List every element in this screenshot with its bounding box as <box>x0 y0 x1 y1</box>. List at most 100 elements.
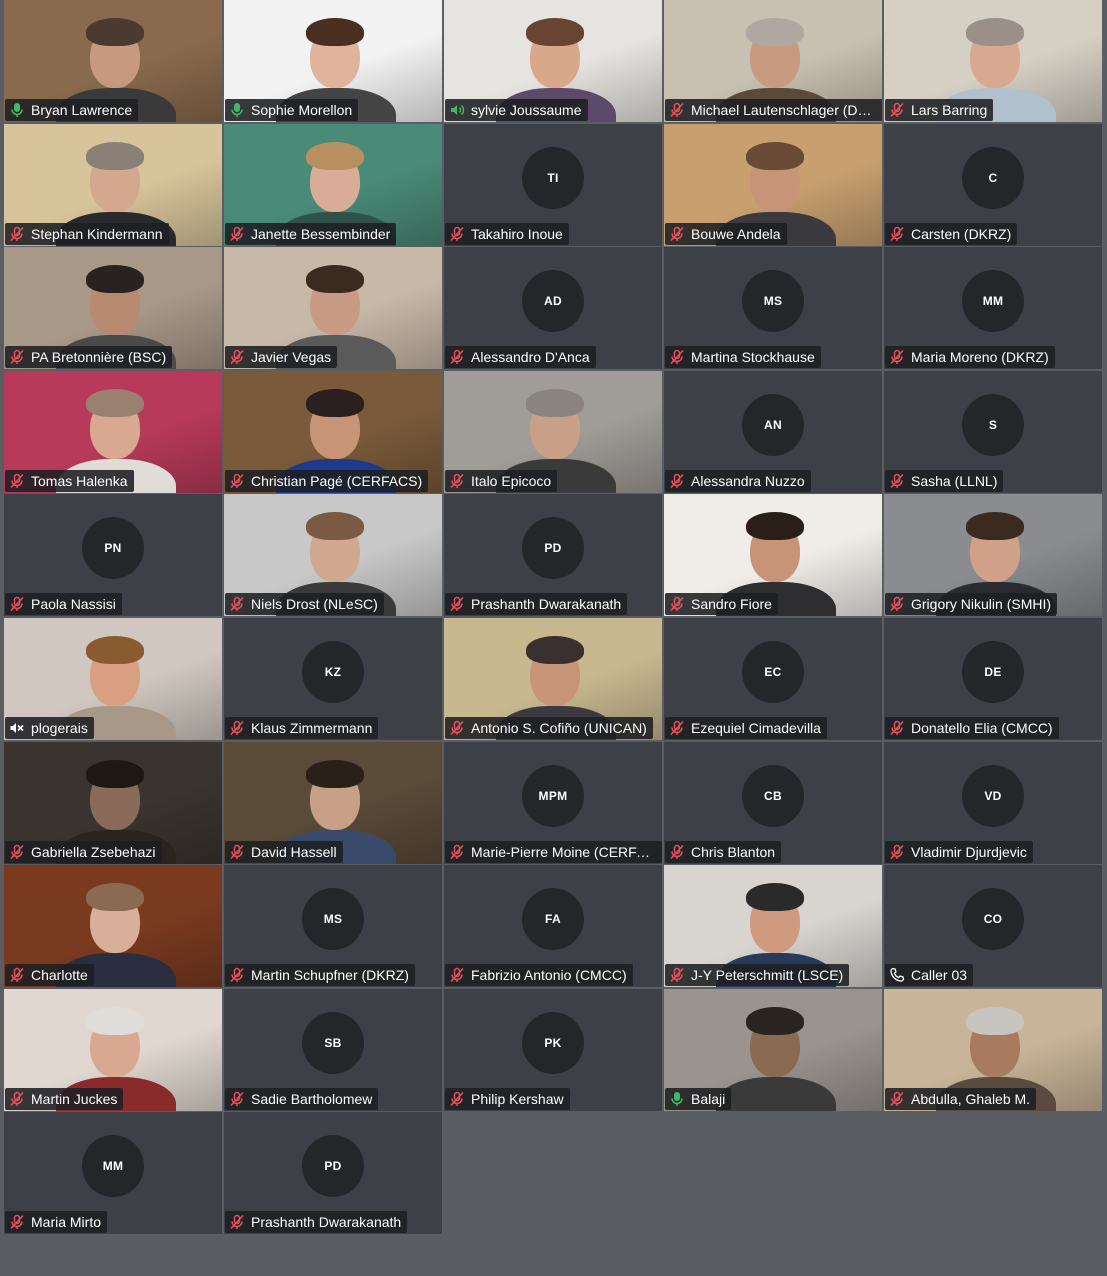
participant-tile[interactable]: VD Vladimir Djurdjevic <box>884 741 1102 864</box>
participant-tile[interactable]: MPM Marie-Pierre Moine (CERFACS) <box>444 741 662 864</box>
participant-tile[interactable]: Michael Lautenschlager (DKRZ) <box>664 0 882 122</box>
participant-tile[interactable]: Niels Drost (NLeSC) <box>224 494 442 617</box>
participant-name-label: Marie-Pierre Moine (CERFACS) <box>445 840 662 863</box>
participant-name: Niels Drost (NLeSC) <box>251 596 378 613</box>
participant-tile[interactable]: DE Donatello Elia (CMCC) <box>884 617 1102 740</box>
participant-tile[interactable]: Balaji <box>664 988 882 1111</box>
participant-avatar: VD <box>962 764 1024 827</box>
person-hair <box>526 635 584 664</box>
participant-grid: Bryan Lawrence Sophie Morellon sylvie Jous… <box>4 0 1102 1235</box>
mic-muted-icon <box>449 226 465 242</box>
participant-tile[interactable]: AN Alessandra Nuzzo <box>664 370 882 493</box>
participant-tile[interactable]: Stephan Kindermann <box>4 123 222 246</box>
participant-name-label: Maria Moreno (DKRZ) <box>885 346 1055 369</box>
participant-tile[interactable]: PN Paola Nassisi <box>4 494 222 617</box>
mic-muted-icon <box>669 720 685 736</box>
participant-name: David Hassell <box>251 843 337 860</box>
participant-tile[interactable]: MS Martina Stockhause <box>664 247 882 370</box>
participant-name: Martina Stockhause <box>691 349 815 366</box>
participant-name-label: Balaji <box>665 1087 732 1110</box>
mic-muted-icon <box>889 473 905 489</box>
participant-tile[interactable]: Sophie Morellon <box>224 0 442 122</box>
participant-name-label: Sophie Morellon <box>225 99 359 121</box>
participant-name-label: Prashanth Dwarakanath <box>225 1211 408 1234</box>
participant-name-label: Niels Drost (NLeSC) <box>225 593 384 616</box>
participant-avatar: PK <box>522 1011 584 1074</box>
participant-tile[interactable]: sylvie Joussaume <box>444 0 662 122</box>
participant-tile[interactable]: Martin Juckes <box>4 988 222 1111</box>
participant-tile[interactable]: FA Fabrizio Antonio (CMCC) <box>444 865 662 988</box>
participant-tile[interactable]: Javier Vegas <box>224 247 442 370</box>
participant-tile[interactable]: PD Prashanth Dwarakanath <box>444 494 662 617</box>
participant-tile[interactable]: AD Alessandro D'Anca <box>444 247 662 370</box>
mic-muted-icon <box>9 596 25 612</box>
participant-tile[interactable]: CB Chris Blanton <box>664 741 882 864</box>
mic-muted-icon <box>449 473 465 489</box>
participant-name: Carsten (DKRZ) <box>911 225 1012 242</box>
participant-name-label: Takahiro Inoue <box>445 222 569 245</box>
participant-avatar: MPM <box>522 764 584 827</box>
participant-tile[interactable]: Lars Barring <box>884 0 1102 122</box>
participant-name-label: Michael Lautenschlager (DKRZ) <box>665 99 882 121</box>
participant-name: Balaji <box>691 1090 726 1107</box>
participant-name: Gabriella Zsebehazi <box>31 843 156 860</box>
participant-tile[interactable]: Italo Epicoco <box>444 370 662 493</box>
participant-name-label: Alessandra Nuzzo <box>665 469 811 492</box>
participant-name: Paola Nassisi <box>31 596 116 613</box>
mic-muted-icon <box>889 349 905 365</box>
participant-name-label: Donatello Elia (CMCC) <box>885 716 1059 739</box>
participant-tile[interactable]: plogerais <box>4 617 222 740</box>
participant-tile[interactable]: MM Maria Mirto <box>4 1112 222 1235</box>
mic-muted-icon <box>669 967 685 983</box>
person-hair <box>86 759 144 788</box>
participant-name: Sophie Morellon <box>251 102 353 118</box>
person-hair <box>966 512 1024 541</box>
participant-tile[interactable]: Abdulla, Ghaleb M. <box>884 988 1102 1111</box>
participant-tile[interactable]: PA Bretonnière (BSC) <box>4 247 222 370</box>
person-hair <box>746 141 804 170</box>
participant-tile[interactable]: Christian Pagé (CERFACS) <box>224 370 442 493</box>
participant-tile[interactable]: Tomas Halenka <box>4 370 222 493</box>
mic-muted-icon <box>889 102 905 118</box>
participant-name-label: Lars Barring <box>885 99 994 121</box>
participant-tile[interactable]: Bryan Lawrence <box>4 0 222 122</box>
participant-tile[interactable]: CO Caller 03 <box>884 865 1102 988</box>
participant-tile[interactable]: Antonio S. Cofiño (UNICAN) <box>444 617 662 740</box>
participant-tile[interactable]: SB Sadie Bartholomew <box>224 988 442 1111</box>
participant-tile[interactable]: S Sasha (LLNL) <box>884 370 1102 493</box>
participant-tile[interactable]: EC Ezequiel Cimadevilla <box>664 617 882 740</box>
mic-muted-icon <box>9 967 25 983</box>
participant-tile[interactable]: KZ Klaus Zimmermann <box>224 617 442 740</box>
mic-muted-icon <box>449 720 465 736</box>
participant-name-label: Caller 03 <box>885 964 974 987</box>
participant-tile[interactable]: C Carsten (DKRZ) <box>884 123 1102 246</box>
phone-icon <box>889 967 905 983</box>
participant-name: Christian Pagé (CERFACS) <box>251 472 423 489</box>
participant-tile[interactable]: Grigory Nikulin (SMHI) <box>884 494 1102 617</box>
participant-tile[interactable]: Janette Bessembinder <box>224 123 442 246</box>
participant-name: Vladimir Djurdjevic <box>911 843 1027 860</box>
participant-name-label: Martina Stockhause <box>665 346 821 369</box>
participant-tile[interactable]: MS Martin Schupfner (DKRZ) <box>224 865 442 988</box>
participant-tile[interactable]: PK Philip Kershaw <box>444 988 662 1111</box>
speaker-muted-icon <box>9 720 25 736</box>
participant-name-label: Vladimir Djurdjevic <box>885 840 1033 863</box>
participant-avatar: CO <box>962 888 1024 951</box>
participant-tile[interactable]: David Hassell <box>224 741 442 864</box>
person-hair <box>526 388 584 417</box>
participant-tile[interactable]: MM Maria Moreno (DKRZ) <box>884 247 1102 370</box>
participant-tile[interactable]: Bouwe Andela <box>664 123 882 246</box>
participant-tile[interactable]: Sandro Fiore <box>664 494 882 617</box>
participant-name-label: plogerais <box>5 716 94 739</box>
participant-name: Stephan Kindermann <box>31 225 163 242</box>
participant-name-label: Gabriella Zsebehazi <box>5 840 162 863</box>
participant-name: Janette Bessembinder <box>251 225 391 242</box>
participant-tile[interactable]: Charlotte <box>4 865 222 988</box>
person-hair <box>86 635 144 664</box>
participant-tile[interactable]: J-Y Peterschmitt (LSCE) <box>664 865 882 988</box>
participant-name: Philip Kershaw <box>471 1090 564 1107</box>
participant-name: Maria Mirto <box>31 1214 102 1231</box>
participant-tile[interactable]: Gabriella Zsebehazi <box>4 741 222 864</box>
participant-tile[interactable]: TI Takahiro Inoue <box>444 123 662 246</box>
participant-tile[interactable]: PD Prashanth Dwarakanath <box>224 1112 442 1235</box>
